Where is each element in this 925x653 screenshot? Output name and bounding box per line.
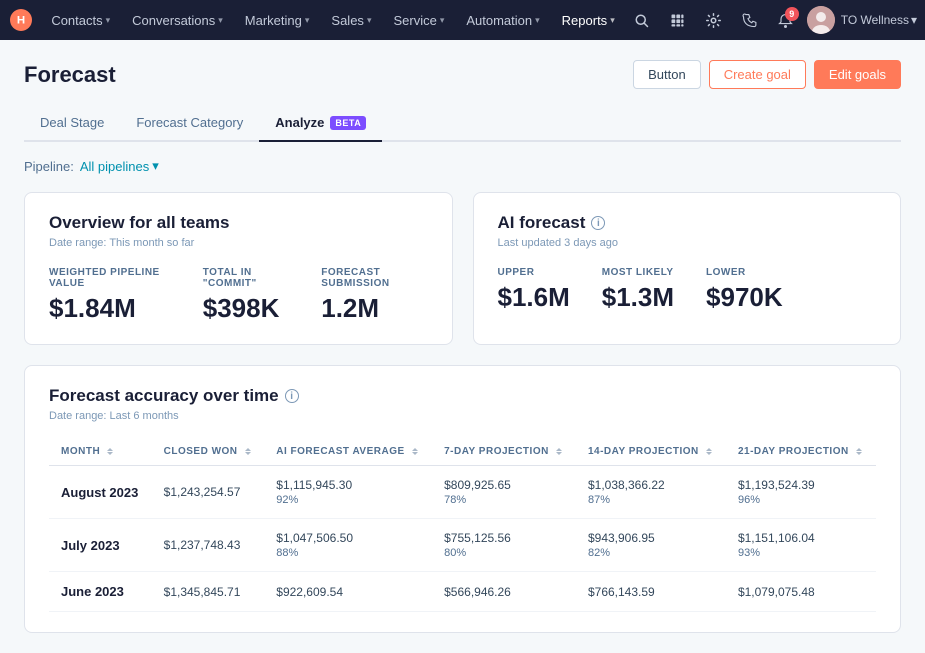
nav-service[interactable]: Service ▾	[383, 0, 454, 40]
cell-14day: $1,038,366.22 87%	[576, 466, 726, 519]
table-row: August 2023 $1,243,254.57 $1,115,945.30 …	[49, 466, 876, 519]
page-header: Forecast Button Create goal Edit goals	[24, 60, 901, 89]
tab-forecast-category[interactable]: Forecast Category	[120, 105, 259, 142]
col-closed-won[interactable]: CLOSED WON	[152, 438, 265, 466]
chevron-down-icon: ▾	[305, 15, 310, 26]
ai-forecast-card-title: AI forecast i	[498, 213, 877, 233]
search-icon[interactable]	[627, 5, 657, 35]
nav-reports[interactable]: Reports ▾	[552, 0, 625, 40]
ai-metrics: UPPER $1.6M MOST LIKELY $1.3M LOWER $970…	[498, 267, 877, 313]
cell-ai-forecast: $1,115,945.30 92%	[264, 466, 432, 519]
avatar[interactable]	[807, 6, 835, 34]
pipeline-filter: Pipeline: All pipelines ▾	[24, 158, 901, 174]
col-21day[interactable]: 21-DAY PROJECTION	[726, 438, 876, 466]
cell-21day: $1,079,075.48	[726, 572, 876, 612]
col-14day[interactable]: 14-DAY PROJECTION	[576, 438, 726, 466]
sort-icon	[107, 448, 113, 455]
cell-ai-forecast: $922,609.54	[264, 572, 432, 612]
chevron-down-icon: ▾	[535, 15, 540, 26]
tabs-container: Deal Stage Forecast Category Analyze BET…	[24, 105, 901, 142]
cell-7day: $809,925.65 78%	[432, 466, 576, 519]
ai-forecast-card: AI forecast i Last updated 3 days ago UP…	[473, 192, 902, 345]
notification-badge: 9	[785, 7, 799, 21]
cell-month: August 2023	[49, 466, 152, 519]
cell-14day: $943,906.95 82%	[576, 519, 726, 572]
cell-14day: $766,143.59	[576, 572, 726, 612]
page-title: Forecast	[24, 62, 116, 88]
nav-automation[interactable]: Automation ▾	[456, 0, 549, 40]
cell-closed-won: $1,243,254.57	[152, 466, 265, 519]
sort-icon	[245, 448, 251, 455]
sort-icon	[412, 448, 418, 455]
svg-text:H: H	[17, 15, 25, 27]
chevron-down-icon: ▾	[440, 15, 445, 26]
settings-icon[interactable]	[699, 5, 729, 35]
apps-icon[interactable]	[663, 5, 693, 35]
nav-marketing[interactable]: Marketing ▾	[235, 0, 320, 40]
accuracy-table-section: Forecast accuracy over time i Date range…	[24, 365, 901, 633]
accuracy-table-title: Forecast accuracy over time i	[49, 386, 876, 406]
metric-forecast-submission: FORECAST SUBMISSION 1.2M	[321, 267, 427, 324]
table-row: July 2023 $1,237,748.43 $1,047,506.50 88…	[49, 519, 876, 572]
button-button[interactable]: Button	[633, 60, 701, 89]
metric-total-commit: TOTAL IN "COMMIT" $398K	[203, 267, 289, 324]
accuracy-info-icon[interactable]: i	[285, 389, 299, 403]
beta-badge: BETA	[330, 116, 366, 130]
overview-metrics: WEIGHTED PIPELINE VALUE $1.84M TOTAL IN …	[49, 267, 428, 324]
cell-21day: $1,151,106.04 93%	[726, 519, 876, 572]
hubspot-logo[interactable]: H	[8, 6, 33, 34]
nav-sales[interactable]: Sales ▾	[321, 0, 381, 40]
pipeline-selector[interactable]: All pipelines ▾	[80, 158, 159, 174]
chevron-down-icon: ▾	[367, 15, 372, 26]
notifications-icon[interactable]: 9	[771, 5, 801, 35]
create-goal-button[interactable]: Create goal	[709, 60, 806, 89]
cell-7day: $566,946.26	[432, 572, 576, 612]
chevron-down-icon: ▾	[911, 13, 917, 27]
cell-closed-won: $1,237,748.43	[152, 519, 265, 572]
metric-lower: LOWER $970K	[706, 267, 783, 313]
col-ai-forecast[interactable]: AI FORECAST AVERAGE	[264, 438, 432, 466]
cell-21day: $1,193,524.39 96%	[726, 466, 876, 519]
cell-closed-won: $1,345,845.71	[152, 572, 265, 612]
tab-deal-stage[interactable]: Deal Stage	[24, 105, 120, 142]
cell-7day: $755,125.56 80%	[432, 519, 576, 572]
sort-icon	[556, 448, 562, 455]
cell-month: June 2023	[49, 572, 152, 612]
cell-month: July 2023	[49, 519, 152, 572]
col-month[interactable]: MONTH	[49, 438, 152, 466]
workspace-selector[interactable]: TO Wellness ▾	[841, 13, 917, 27]
col-7day[interactable]: 7-DAY PROJECTION	[432, 438, 576, 466]
ai-forecast-info-icon[interactable]: i	[591, 216, 605, 230]
tab-analyze[interactable]: Analyze BETA	[259, 105, 382, 142]
overview-card: Overview for all teams Date range: This …	[24, 192, 453, 345]
pipeline-label: Pipeline:	[24, 159, 74, 174]
nav-contacts[interactable]: Contacts ▾	[41, 0, 120, 40]
metric-most-likely: MOST LIKELY $1.3M	[602, 267, 674, 313]
overview-card-title: Overview for all teams	[49, 213, 428, 233]
edit-goals-button[interactable]: Edit goals	[814, 60, 901, 89]
table-row: June 2023 $1,345,845.71 $922,609.54 $566…	[49, 572, 876, 612]
page-content: Forecast Button Create goal Edit goals D…	[0, 40, 925, 653]
sort-icon	[706, 448, 712, 455]
nav-conversations[interactable]: Conversations ▾	[122, 0, 233, 40]
chevron-down-icon: ▾	[152, 158, 159, 174]
chevron-down-icon: ▾	[218, 15, 223, 26]
accuracy-data-table: MONTH CLOSED WON AI FORECAST AVERAGE 7-D…	[49, 438, 876, 612]
metric-upper: UPPER $1.6M	[498, 267, 570, 313]
cell-ai-forecast: $1,047,506.50 88%	[264, 519, 432, 572]
accuracy-table-subtitle: Date range: Last 6 months	[49, 410, 876, 422]
chevron-down-icon: ▾	[106, 15, 111, 26]
cards-row: Overview for all teams Date range: This …	[24, 192, 901, 345]
overview-card-subtitle: Date range: This month so far	[49, 237, 428, 249]
metric-weighted-pipeline: WEIGHTED PIPELINE VALUE $1.84M	[49, 267, 171, 324]
header-actions: Button Create goal Edit goals	[633, 60, 901, 89]
chevron-down-icon: ▾	[610, 15, 615, 26]
phone-icon[interactable]	[735, 5, 765, 35]
sort-icon	[856, 448, 862, 455]
top-navigation: H Contacts ▾ Conversations ▾ Marketing ▾…	[0, 0, 925, 40]
ai-forecast-card-subtitle: Last updated 3 days ago	[498, 237, 877, 249]
